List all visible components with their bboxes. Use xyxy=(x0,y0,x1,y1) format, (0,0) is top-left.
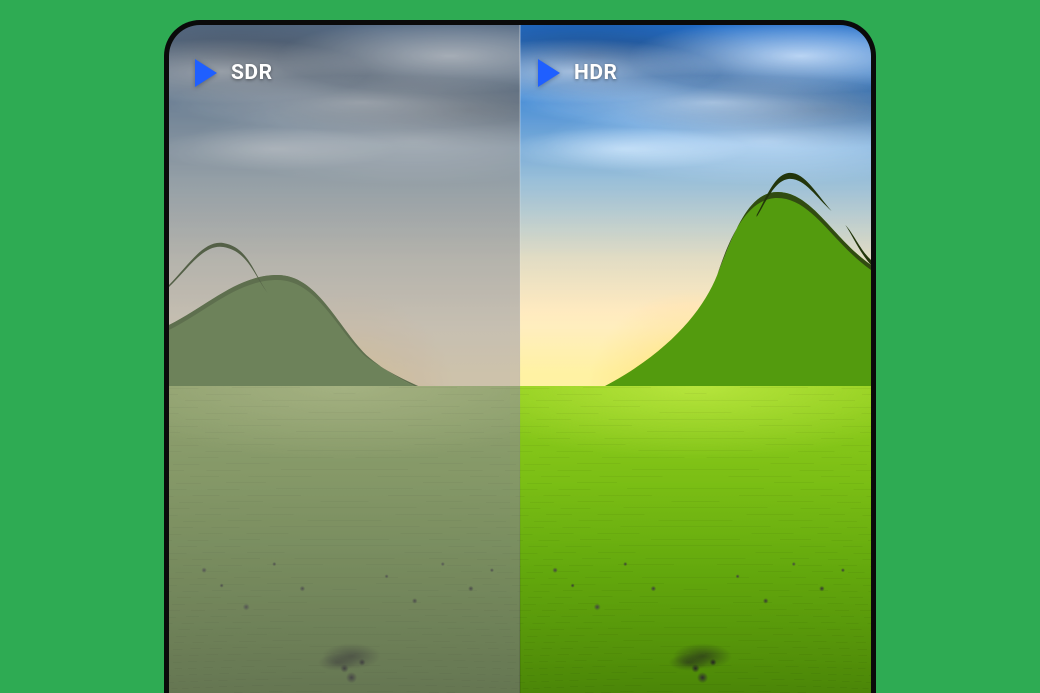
device-frame: SDR HDR xyxy=(164,20,876,693)
sdr-hdr-comparison: SDR HDR xyxy=(169,25,871,693)
sdr-label-text: SDR xyxy=(231,61,273,85)
sdr-label: SDR xyxy=(195,59,273,87)
sdr-half xyxy=(169,25,520,693)
hdr-half xyxy=(520,25,871,693)
landscape-scene xyxy=(520,25,871,693)
play-triangle-icon xyxy=(538,59,560,87)
hdr-label: HDR xyxy=(538,59,617,87)
hdr-label-text: HDR xyxy=(574,61,617,85)
play-triangle-icon xyxy=(195,59,217,87)
